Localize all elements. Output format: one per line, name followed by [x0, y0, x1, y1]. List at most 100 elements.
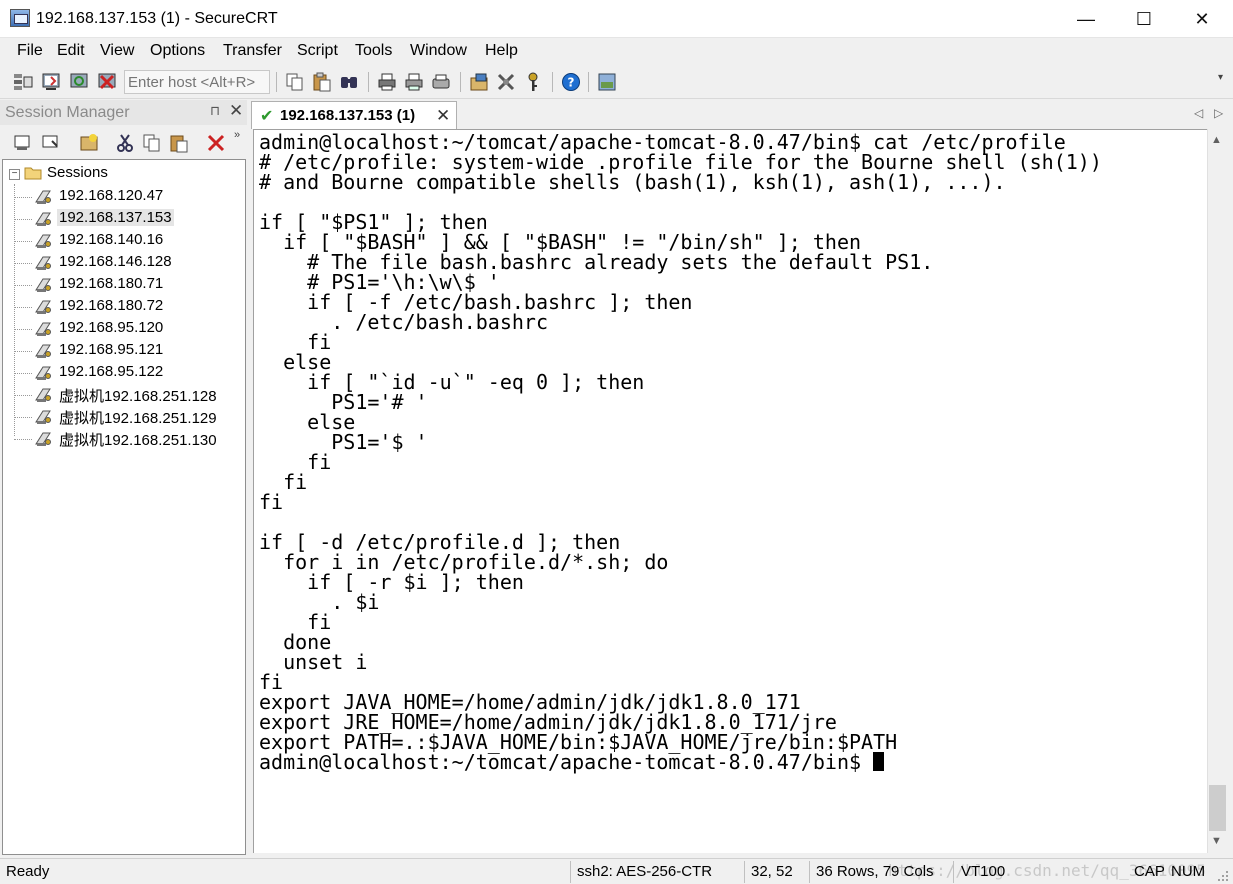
session-icon: [34, 364, 54, 382]
paste-icon[interactable]: [311, 71, 333, 93]
session-tree: − Sessions 192.168.120.47 192.168.137.153…: [2, 159, 246, 855]
connect-icon[interactable]: [12, 71, 34, 93]
terminal-line: # PS1='\h:\w\$ ': [259, 270, 500, 294]
screenshot-icon[interactable]: [596, 71, 618, 93]
sm-connect-icon[interactable]: [12, 132, 34, 154]
pin-icon[interactable]: ⊓: [210, 103, 220, 119]
session-item-label: 192.168.95.120: [59, 319, 164, 336]
find-icon[interactable]: [338, 71, 360, 93]
folder-icon: [24, 166, 42, 180]
menu-file[interactable]: File: [17, 42, 43, 60]
session-item[interactable]: 192.168.120.47: [14, 186, 242, 208]
menu-edit[interactable]: Edit: [57, 42, 85, 60]
terminal-line: fi: [259, 490, 284, 514]
keymap-icon[interactable]: [522, 71, 544, 93]
minimize-button[interactable]: —: [1057, 0, 1115, 38]
session-item[interactable]: 192.168.180.71: [14, 274, 242, 296]
terminal-line: if [ "$BASH" ] && [ "$BASH" != "/bin/sh"…: [259, 230, 862, 254]
session-item-label: 192.168.180.71: [59, 275, 164, 292]
sm-cut-icon[interactable]: [114, 132, 136, 154]
terminal-line: # /etc/profile: system-wide .profile fil…: [259, 150, 1102, 174]
session-item[interactable]: 192.168.146.128: [14, 252, 242, 274]
session-item[interactable]: 192.168.95.120: [14, 318, 242, 340]
session-manager-close-icon[interactable]: ✕: [229, 101, 243, 121]
printer-setup-icon[interactable]: [430, 71, 452, 93]
resize-grip-icon[interactable]: [1216, 869, 1230, 883]
menu-window[interactable]: Window: [410, 42, 467, 60]
enter-host-input[interactable]: [124, 70, 270, 94]
tab-session[interactable]: ✔ 192.168.137.153 (1) ✕: [251, 101, 457, 129]
title-bar: 192.168.137.153 (1) - SecureCRT — ☐ ✕: [0, 0, 1233, 38]
disconnect-icon[interactable]: [96, 71, 118, 93]
status-caps-lock: CAP: [1134, 863, 1165, 880]
quick-connect-icon[interactable]: [40, 71, 62, 93]
tree-root-label: Sessions: [47, 164, 108, 181]
menu-options[interactable]: Options: [150, 42, 205, 60]
menu-help[interactable]: Help: [485, 42, 518, 60]
copy-icon[interactable]: [284, 71, 306, 93]
session-icon: [34, 276, 54, 294]
status-emulation: VT100: [961, 863, 1006, 880]
maximize-button[interactable]: ☐: [1115, 0, 1173, 38]
terminal-line: fi: [259, 330, 332, 354]
menu-transfer[interactable]: Transfer: [223, 42, 282, 60]
session-item[interactable]: 虚拟机192.168.251.129: [14, 406, 242, 428]
terminal-line: if [ "`id -u`" -eq 0 ]; then: [259, 370, 645, 394]
toolbar-separator: [276, 72, 277, 92]
toolbar-overflow-icon[interactable]: ▾: [1218, 72, 1230, 94]
collapse-icon[interactable]: −: [9, 169, 20, 180]
sm-new-session-icon[interactable]: [78, 132, 100, 154]
help-icon[interactable]: ?: [560, 71, 582, 93]
main-toolbar: ? ▾: [0, 66, 1233, 99]
scroll-up-icon[interactable]: ▲: [1211, 134, 1222, 146]
tab-scroll-right-icon[interactable]: ▷: [1214, 106, 1223, 120]
status-bar: Ready ssh2: AES-256-CTR 32, 52 https://b…: [0, 858, 1233, 884]
window-title: 192.168.137.153 (1) - SecureCRT: [36, 10, 278, 27]
terminal-line: if [ -d /etc/profile.d ]; then: [259, 530, 621, 554]
sm-connect-tab-icon[interactable]: [40, 132, 62, 154]
scroll-down-icon[interactable]: ▼: [1211, 835, 1222, 847]
session-item[interactable]: 192.168.140.16: [14, 230, 242, 252]
scroll-thumb[interactable]: [1209, 785, 1226, 831]
session-icon: [34, 254, 54, 272]
session-item[interactable]: 虚拟机192.168.251.128: [14, 384, 242, 406]
sm-delete-icon[interactable]: [205, 132, 227, 154]
reconnect-icon[interactable]: [68, 71, 90, 93]
terminal-view[interactable]: admin@localhost:~/tomcat/apache-tomcat-8…: [253, 129, 1207, 853]
session-item[interactable]: 192.168.180.72: [14, 296, 242, 318]
tab-scroll-left-icon[interactable]: ◁: [1194, 106, 1203, 120]
print-icon[interactable]: [376, 71, 398, 93]
status-cursor-position: 32, 52: [751, 863, 793, 880]
sm-paste-icon[interactable]: [168, 132, 190, 154]
session-manager-header: Session Manager ⊓ ✕: [0, 100, 247, 125]
session-icon: [34, 210, 54, 228]
session-item[interactable]: 虚拟机192.168.251.130: [14, 428, 242, 450]
terminal-line: export JAVA_HOME=/home/admin/jdk/jdk1.8.…: [259, 690, 801, 714]
connected-check-icon: ✔: [260, 108, 274, 125]
session-item[interactable]: 192.168.95.122: [14, 362, 242, 384]
tree-branch-line: [14, 197, 32, 198]
terminal-line: . $i: [259, 590, 380, 614]
terminal-line: for i in /etc/profile.d/*.sh; do: [259, 550, 669, 574]
close-button[interactable]: ✕: [1173, 0, 1231, 38]
tab-close-icon[interactable]: ✕: [436, 106, 450, 126]
terminal-line: # and Bourne compatible shells (bash(1),…: [259, 170, 1006, 194]
global-options-icon[interactable]: [495, 71, 517, 93]
session-item[interactable]: 192.168.95.121: [14, 340, 242, 362]
session-item-label: 192.168.95.121: [59, 341, 164, 358]
sm-copy-icon[interactable]: [141, 132, 163, 154]
svg-text:?: ?: [568, 76, 575, 90]
menu-view[interactable]: View: [100, 42, 134, 60]
tree-branch-line: [14, 329, 32, 330]
session-options-icon[interactable]: [468, 71, 490, 93]
menu-script[interactable]: Script: [297, 42, 338, 60]
sm-toolbar-overflow-icon[interactable]: »: [234, 129, 240, 141]
terminal-line: if [ "$PS1" ]; then: [259, 210, 488, 234]
print-selection-icon[interactable]: [403, 71, 425, 93]
terminal-line: PS1='# ': [259, 390, 428, 414]
terminal-prompt-line: admin@localhost:~/tomcat/apache-tomcat-8…: [259, 752, 1102, 772]
terminal-line: else: [259, 350, 332, 374]
session-item[interactable]: 192.168.137.153: [14, 208, 242, 230]
menu-tools[interactable]: Tools: [355, 42, 392, 60]
terminal-scrollbar[interactable]: ▲ ▼: [1207, 129, 1226, 853]
